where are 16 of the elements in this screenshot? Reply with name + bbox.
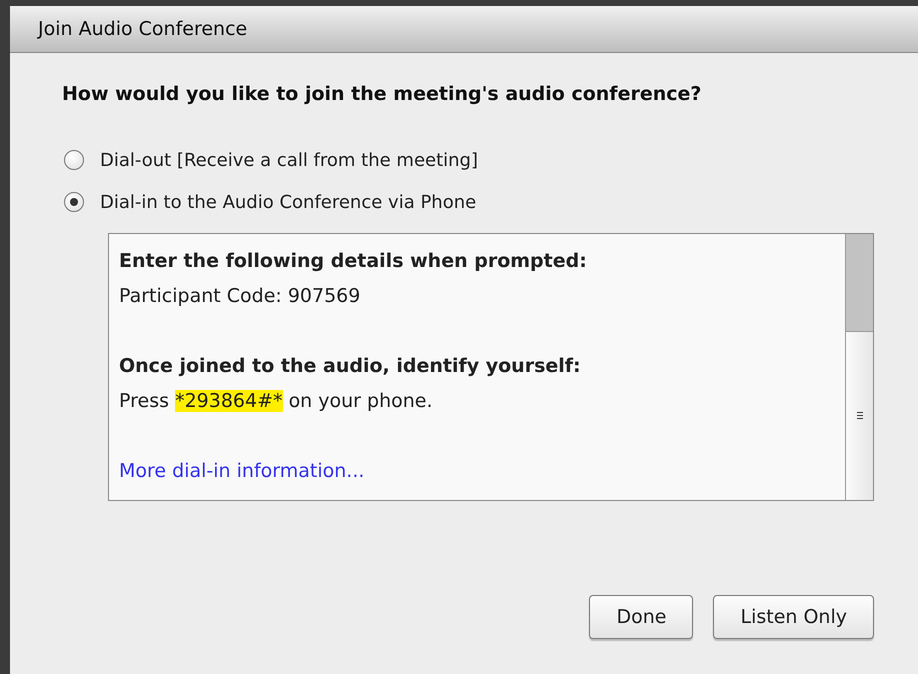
grip-icon — [856, 412, 862, 419]
dial-in-info-link[interactable]: More dial-in information... — [119, 460, 364, 482]
participant-code-text: Participant Code: 907569 — [119, 284, 362, 309]
scrollbar[interactable] — [845, 234, 873, 500]
dialog-button[interactable]: Listen Only — [713, 595, 874, 639]
details-heading: Once joined to the audio, identify yourself: — [119, 354, 582, 379]
instruction-text: Press *293864#* on your phone. — [119, 389, 434, 414]
scroll-thumb[interactable] — [846, 234, 873, 332]
dialog-button[interactable]: Done — [589, 595, 694, 639]
radio-button[interactable] — [64, 150, 84, 170]
question-text: How would you like to join the meeting's audio conference? — [62, 83, 702, 105]
radio-button[interactable] — [64, 192, 84, 212]
details-heading: Enter the following details when prompted: — [119, 249, 588, 274]
option-label[interactable]: Dial-out [Receive a call from the meeting] — [100, 150, 478, 170]
option-label[interactable]: Dial-in to the Audio Conference via Phone — [100, 192, 476, 212]
window-title: Join Audio Conference — [38, 18, 248, 40]
